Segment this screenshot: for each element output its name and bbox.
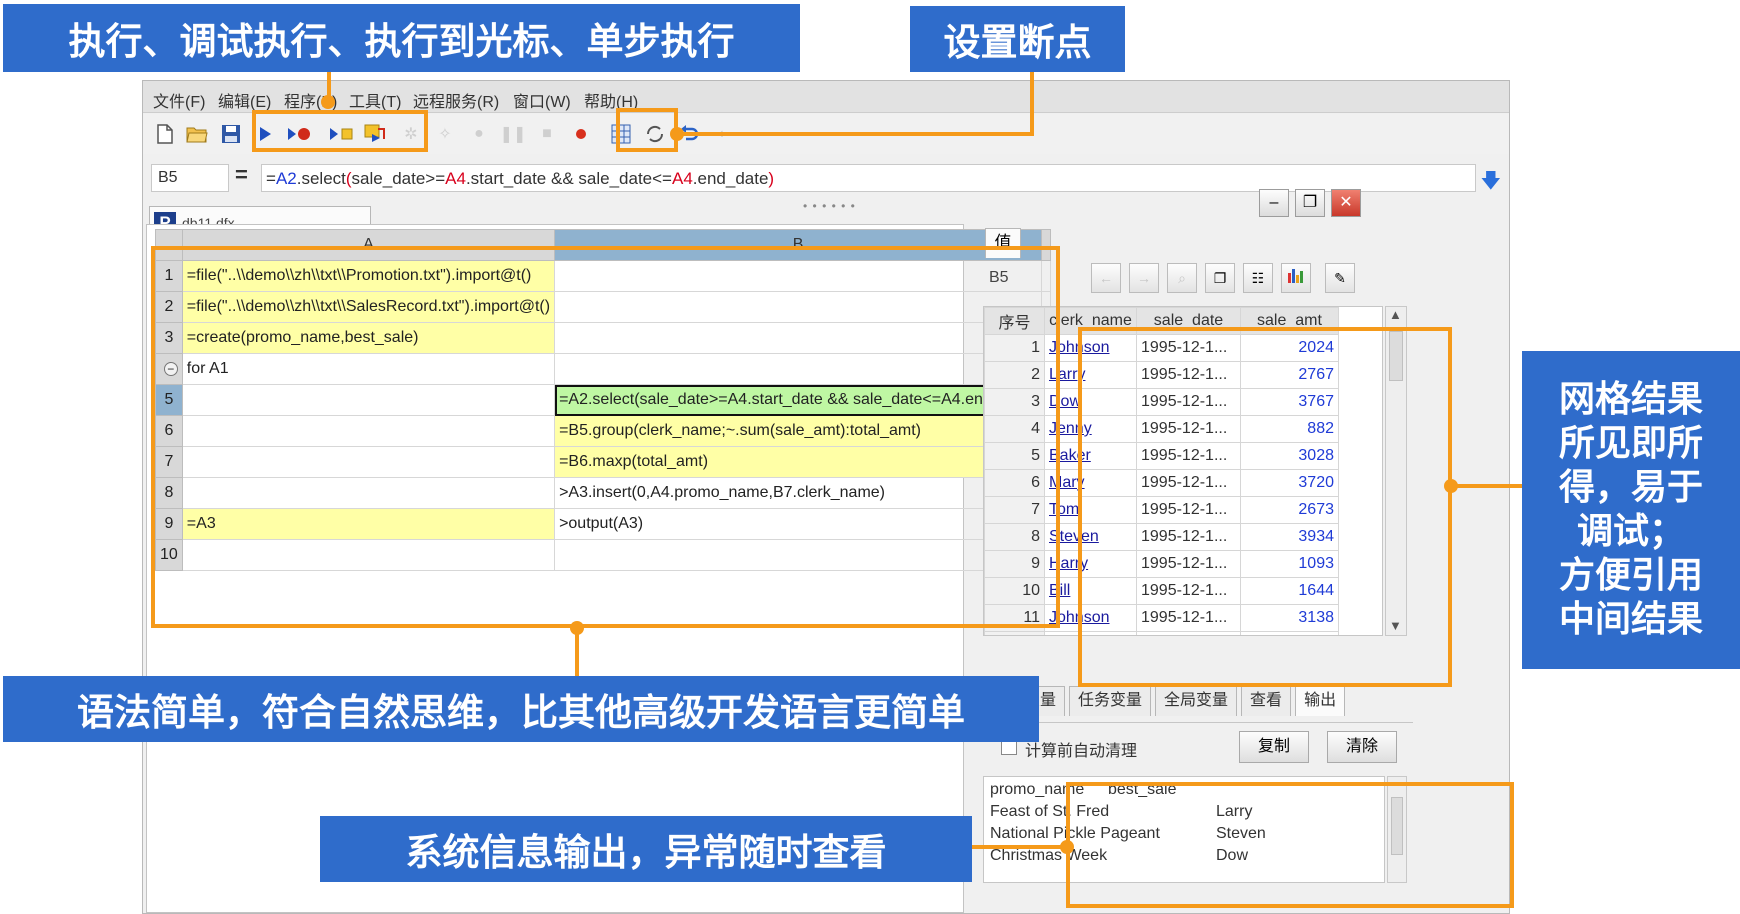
connector-line xyxy=(575,630,579,676)
menu-bar: 文件(F) 编辑(E) 程序(P) 工具(T) 远程服务(R) 窗口(W) 帮助… xyxy=(143,81,1509,113)
highlight-run-buttons xyxy=(252,110,428,152)
formula-token: ) xyxy=(768,169,775,188)
clear-button[interactable]: 清除 xyxy=(1327,731,1397,763)
stop-icon: ■ xyxy=(542,125,552,142)
minimize-button[interactable]: – xyxy=(1259,189,1289,217)
open-folder-icon[interactable] xyxy=(185,122,209,146)
connector-line xyxy=(682,132,1034,136)
restore-button[interactable]: ❐ xyxy=(1295,189,1325,217)
expand-arrow-icon[interactable]: 🡇 xyxy=(1480,166,1501,200)
highlight-grid xyxy=(151,246,1060,628)
menu-tools[interactable]: 工具(T) xyxy=(349,88,401,112)
formula-token: .start_date && sale_date<= xyxy=(465,169,672,188)
menu-remote[interactable]: 远程服务(R) xyxy=(413,88,499,112)
formula-equals-sign: = xyxy=(235,162,248,187)
forward-arrow-icon: → xyxy=(1129,263,1159,293)
output-options: 计算前自动清理 复制 清除 xyxy=(983,722,1413,766)
tab-bottom[interactable]: 输出 xyxy=(1295,686,1346,716)
copy-button[interactable]: 复制 xyxy=(1239,731,1309,763)
disabled-tool-icon: ✧ xyxy=(438,126,452,143)
pause-icon: ❚❚ xyxy=(499,126,527,143)
chart-icon[interactable] xyxy=(1281,263,1311,293)
formula-input[interactable]: =A2.select(sale_date>=A4.start_date && s… xyxy=(261,164,1476,192)
connector-line xyxy=(1030,72,1034,136)
back-arrow-icon: ← xyxy=(1091,263,1121,293)
formula-token: A4 xyxy=(671,169,693,188)
callout-run: 执行、调试执行、执行到光标、单步执行 xyxy=(3,4,800,72)
callout-breakpoint: 设置断点 xyxy=(910,6,1125,72)
cell-reference-field[interactable]: B5 xyxy=(151,164,229,192)
tab-bottom[interactable]: 任务变量 xyxy=(1069,686,1152,716)
callout-grid-result-line: 所见即所 xyxy=(1558,423,1703,464)
zoom-icon: ⌕ xyxy=(1167,263,1197,293)
scroll-up-icon[interactable]: ▲ xyxy=(1389,307,1402,322)
callout-grid-result-line: 调试； xyxy=(1576,511,1685,552)
formula-token: .select xyxy=(296,169,346,188)
table-view-icon[interactable]: ☷ xyxy=(1243,263,1273,293)
highlight-value-table xyxy=(1078,327,1452,687)
formula-token: A4 xyxy=(445,169,466,188)
close-button[interactable]: ✕ xyxy=(1331,189,1361,217)
breakpoint-icon[interactable] xyxy=(569,122,593,146)
connector-line xyxy=(1452,484,1522,488)
callout-grid-result-line: 中间结果 xyxy=(1558,599,1703,640)
disabled-tool-icon: ● xyxy=(474,125,484,142)
formula-token: = xyxy=(266,169,276,188)
new-file-icon[interactable] xyxy=(153,122,177,146)
callout-syntax: 语法简单，符合自然思维，比其他高级开发语言更简单 xyxy=(3,676,1039,742)
splitter-handle[interactable]: • • • • • • xyxy=(803,199,856,213)
connector-dot xyxy=(321,95,335,109)
menu-edit[interactable]: 编辑(E) xyxy=(218,88,271,112)
connector-line xyxy=(972,845,1064,849)
callout-grid-result-line: 得，易于 xyxy=(1558,467,1703,508)
menu-file[interactable]: 文件(F) xyxy=(153,88,205,112)
value-cell: 12 xyxy=(984,631,1045,635)
callout-output: 系统信息输出，异常随时查看 xyxy=(320,816,972,882)
auto-clear-label: 计算前自动清理 xyxy=(1025,743,1138,760)
highlight-output xyxy=(1066,782,1514,908)
tab-bottom[interactable]: 查看 xyxy=(1241,686,1292,716)
menu-window[interactable]: 窗口(W) xyxy=(513,88,571,112)
callout-grid-result: 网格结果 所见即所 得，易于 调试； 方便引用 中间结果 xyxy=(1522,351,1740,669)
pin-icon[interactable]: ✎ xyxy=(1325,263,1355,293)
highlight-breakpoint-button xyxy=(616,108,678,152)
save-icon[interactable] xyxy=(219,122,243,146)
callout-grid-result-line: 方便引用 xyxy=(1558,555,1703,596)
formula-token: .end_date xyxy=(692,169,769,188)
formula-token: sale_date>= xyxy=(351,169,446,188)
callout-grid-result-line: 网格结果 xyxy=(1558,379,1703,420)
copy-value-icon[interactable]: ❐ xyxy=(1205,263,1235,293)
formula-token: A2 xyxy=(275,169,297,188)
tab-bottom[interactable]: 全局变量 xyxy=(1155,686,1238,716)
